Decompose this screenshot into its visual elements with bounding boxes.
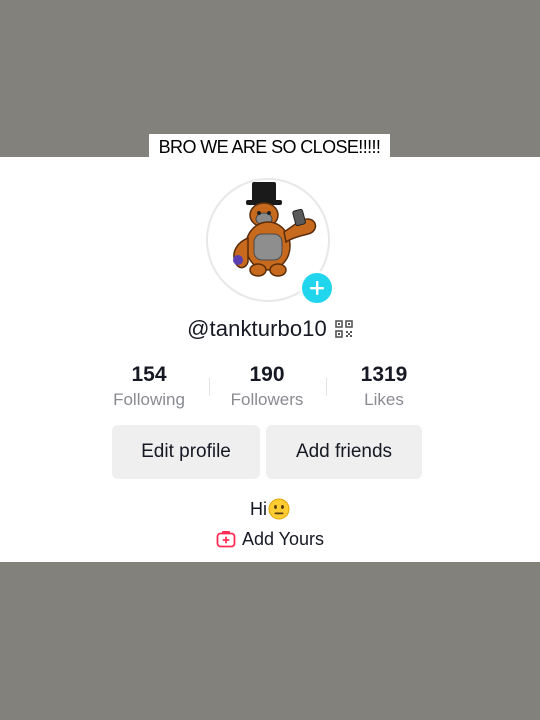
- username: @tankturbo10: [187, 316, 327, 341]
- bio-text: Hi: [250, 498, 267, 519]
- likes-count: 1319: [360, 363, 408, 386]
- stat-followers[interactable]: 190 Followers: [208, 360, 326, 410]
- add-yours-icon: [216, 531, 236, 548]
- avatar-container[interactable]: [206, 178, 334, 305]
- following-label: Following: [113, 390, 185, 409]
- qr-code-icon[interactable]: [335, 320, 353, 338]
- add-yours-link[interactable]: Add Yours: [0, 526, 540, 552]
- following-count: 154: [131, 363, 167, 386]
- stat-following[interactable]: 154 Following: [90, 360, 208, 410]
- bio: Hi: [0, 496, 540, 522]
- screen: BRO WE ARE SO CLOSE!!!!! @tankturbo10 15…: [0, 0, 540, 720]
- followers-label: Followers: [230, 390, 304, 409]
- add-photo-button[interactable]: [300, 271, 334, 305]
- caption-overlay: BRO WE ARE SO CLOSE!!!!!: [149, 134, 390, 161]
- likes-label: Likes: [364, 390, 404, 409]
- edit-profile-button[interactable]: Edit profile: [112, 425, 260, 479]
- add-yours-label: Add Yours: [241, 528, 325, 549]
- stat-likes[interactable]: 1319 Likes: [325, 360, 443, 410]
- plus-icon: [310, 281, 324, 295]
- add-friends-button[interactable]: Add friends: [266, 425, 422, 479]
- username-row: @tankturbo10: [0, 311, 540, 347]
- followers-count: 190: [249, 363, 285, 386]
- neutral-face-emoji-icon: [268, 498, 290, 520]
- caption-text: BRO WE ARE SO CLOSE!!!!!: [158, 137, 381, 157]
- stats-row: 154 Following 190 Followers 1319 Likes: [90, 360, 446, 416]
